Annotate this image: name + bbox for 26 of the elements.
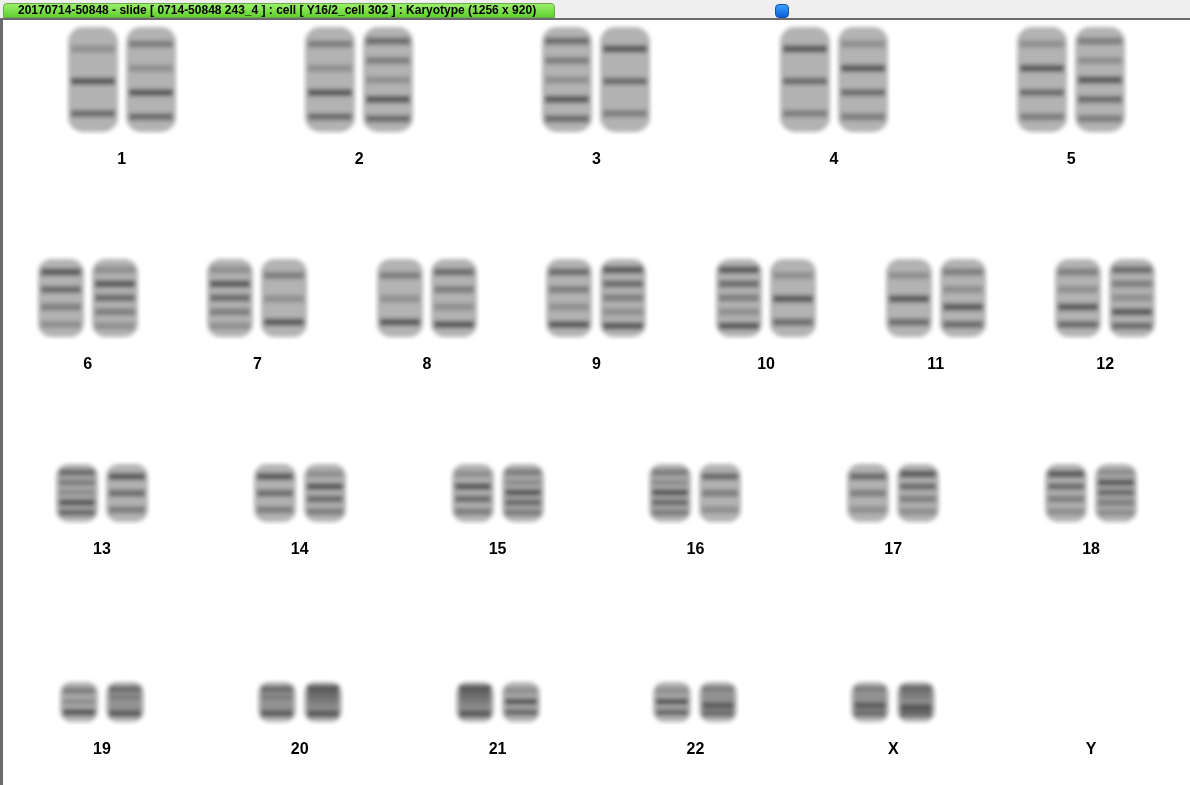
chromosome-number: 14 (290, 539, 309, 559)
chromosome-number: 16 (686, 539, 705, 559)
chromosome-number: 1 (117, 149, 127, 169)
chromosome-number: 13 (93, 539, 111, 559)
chromosome-number: X (887, 739, 899, 759)
chromosome-number: 3 (592, 149, 601, 169)
chromosome-number: 5 (1066, 149, 1076, 169)
chromosome-number: 12 (1096, 354, 1115, 374)
chromosome-number: 2 (354, 149, 364, 169)
chromosome-number: 8 (422, 354, 432, 374)
chromosome-number: 22 (686, 739, 705, 759)
chromosome-number: 17 (884, 539, 903, 559)
chromosome-number: 15 (488, 539, 507, 559)
chromosome-number: 7 (252, 354, 262, 374)
chromosome-number: 11 (927, 354, 945, 374)
chromosome-number: 20 (290, 739, 309, 759)
window-title: 20170714-50848 - slide [ 0714-50848 243_4 ] : cell [ Y16/2_cell 302 ] : Karyotype (1256 x 920) (3, 3, 555, 18)
scroll-marker-icon[interactable] (775, 4, 789, 18)
chromosome-number: 19 (93, 739, 111, 759)
chromosome-number: Y (1085, 739, 1097, 759)
chromosome-number: 4 (829, 149, 839, 169)
chromosome-number: 18 (1082, 539, 1100, 559)
chromosome-number: 10 (757, 354, 775, 374)
chromosome-number: 9 (592, 354, 601, 374)
chromosome-number: 6 (83, 354, 93, 374)
chromosome-number: 21 (488, 739, 507, 759)
